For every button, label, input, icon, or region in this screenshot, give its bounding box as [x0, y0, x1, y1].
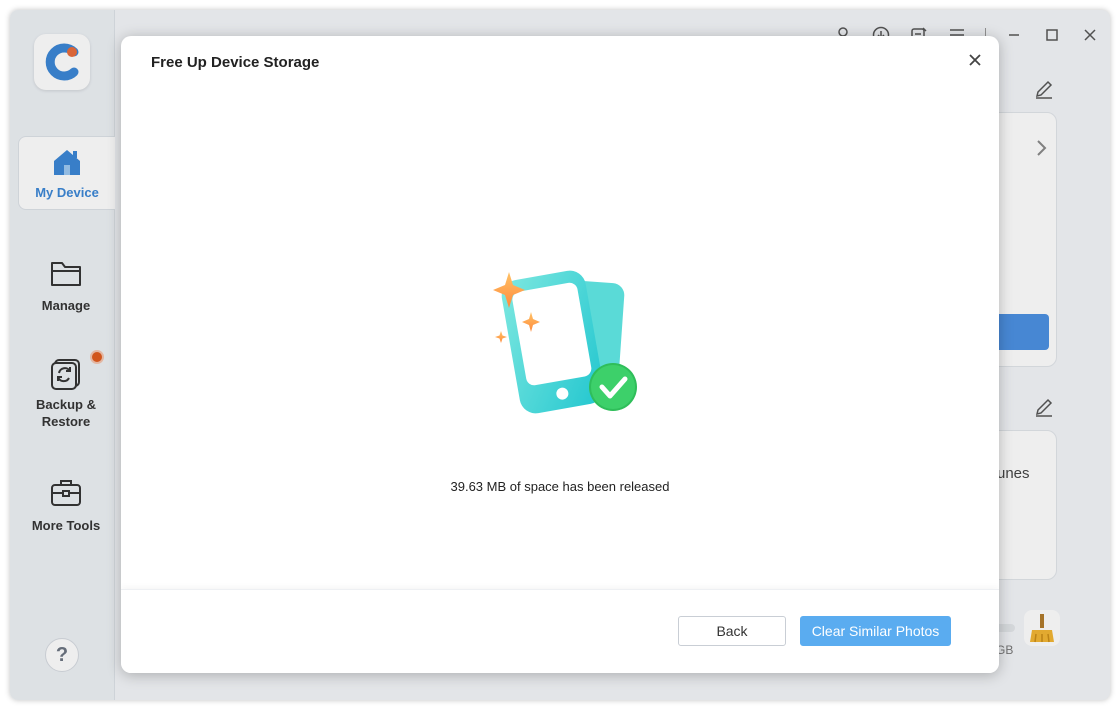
back-button[interactable]: Back — [678, 616, 786, 646]
free-up-storage-dialog: Free Up Device Storage 39.63 MB of space… — [121, 36, 999, 673]
storage-released-illustration — [493, 270, 637, 414]
clear-similar-photos-button[interactable]: Clear Similar Photos — [800, 616, 951, 646]
dialog-title: Free Up Device Storage — [151, 54, 320, 71]
status-message: 39.63 MB of space has been released — [450, 479, 670, 494]
close-icon — [969, 54, 981, 66]
dialog-footer: Back Clear Similar Photos — [121, 589, 999, 673]
app-window: My Device Manage Backup & Restore More T… — [10, 10, 1110, 700]
dialog-close-button[interactable] — [965, 50, 985, 70]
